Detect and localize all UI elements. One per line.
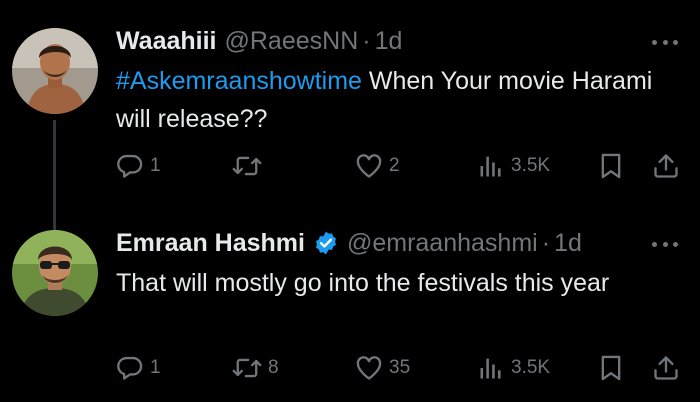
author-handle[interactable]: @RaeesNN [225, 27, 359, 56]
bookmark-icon [598, 354, 624, 382]
reply-icon [116, 152, 144, 180]
views-chart-icon [477, 152, 505, 180]
retweet-icon [232, 152, 262, 180]
retweet-icon [232, 354, 262, 382]
author-handle[interactable]: @emraanhashmi [347, 229, 538, 258]
reply-button[interactable]: 1 [116, 146, 161, 186]
views-count: 3.5K [511, 155, 551, 176]
share-icon [652, 152, 680, 180]
like-count: 2 [389, 155, 400, 176]
bookmark-button[interactable] [598, 146, 624, 186]
share-button[interactable] [652, 146, 680, 186]
separator-dot: · [362, 26, 371, 55]
tweet-card[interactable]: Emraan Hashmi @emraanhashmi · 1d That wi… [0, 220, 700, 402]
like-button[interactable]: 2 [355, 146, 400, 186]
retweet-button[interactable]: 8 [232, 348, 279, 388]
reply-count: 1 [150, 155, 161, 176]
retweet-count: 8 [268, 357, 279, 378]
like-count: 35 [389, 357, 411, 378]
retweet-button[interactable] [232, 146, 268, 186]
tweet-header: Emraan Hashmi @emraanhashmi · 1d [116, 226, 582, 260]
tweet-header: Waaahiii @RaeesNN · 1d [116, 24, 402, 58]
heart-icon [355, 354, 383, 382]
tweet-text: #Askemraanshowtime When Your movie Haram… [116, 62, 676, 138]
share-button[interactable] [652, 348, 680, 388]
reply-icon [116, 354, 144, 382]
avatar[interactable] [12, 28, 98, 114]
views-button[interactable]: 3.5K [477, 146, 550, 186]
author-name[interactable]: Waaahiii [116, 27, 217, 56]
more-dots-icon[interactable] [652, 38, 678, 46]
tweet-text: That will mostly go into the festivals t… [116, 269, 610, 297]
timestamp[interactable]: 1d [554, 229, 582, 258]
heart-icon [355, 152, 383, 180]
reply-button[interactable]: 1 [116, 348, 161, 388]
bookmark-icon [598, 152, 624, 180]
timestamp[interactable]: 1d [375, 27, 403, 56]
separator-dot: · [541, 228, 551, 257]
bookmark-button[interactable] [598, 348, 624, 388]
tweet-card[interactable]: Waaahiii @RaeesNN · 1d #Askemraanshowtim… [0, 0, 700, 232]
avatar[interactable] [12, 230, 98, 316]
reply-count: 1 [150, 357, 161, 378]
action-bar: 1 2 3.5K [0, 146, 700, 186]
action-bar: 1 8 35 3.5K [0, 348, 700, 388]
views-chart-icon [477, 354, 505, 382]
share-icon [652, 354, 680, 382]
hashtag-link[interactable]: #Askemraanshowtime [116, 67, 362, 95]
like-button[interactable]: 35 [355, 348, 410, 388]
more-dots-icon[interactable] [652, 240, 678, 248]
views-button[interactable]: 3.5K [477, 348, 550, 388]
author-name[interactable]: Emraan Hashmi [116, 229, 305, 258]
verified-badge-icon [313, 230, 339, 256]
views-count: 3.5K [511, 357, 551, 378]
